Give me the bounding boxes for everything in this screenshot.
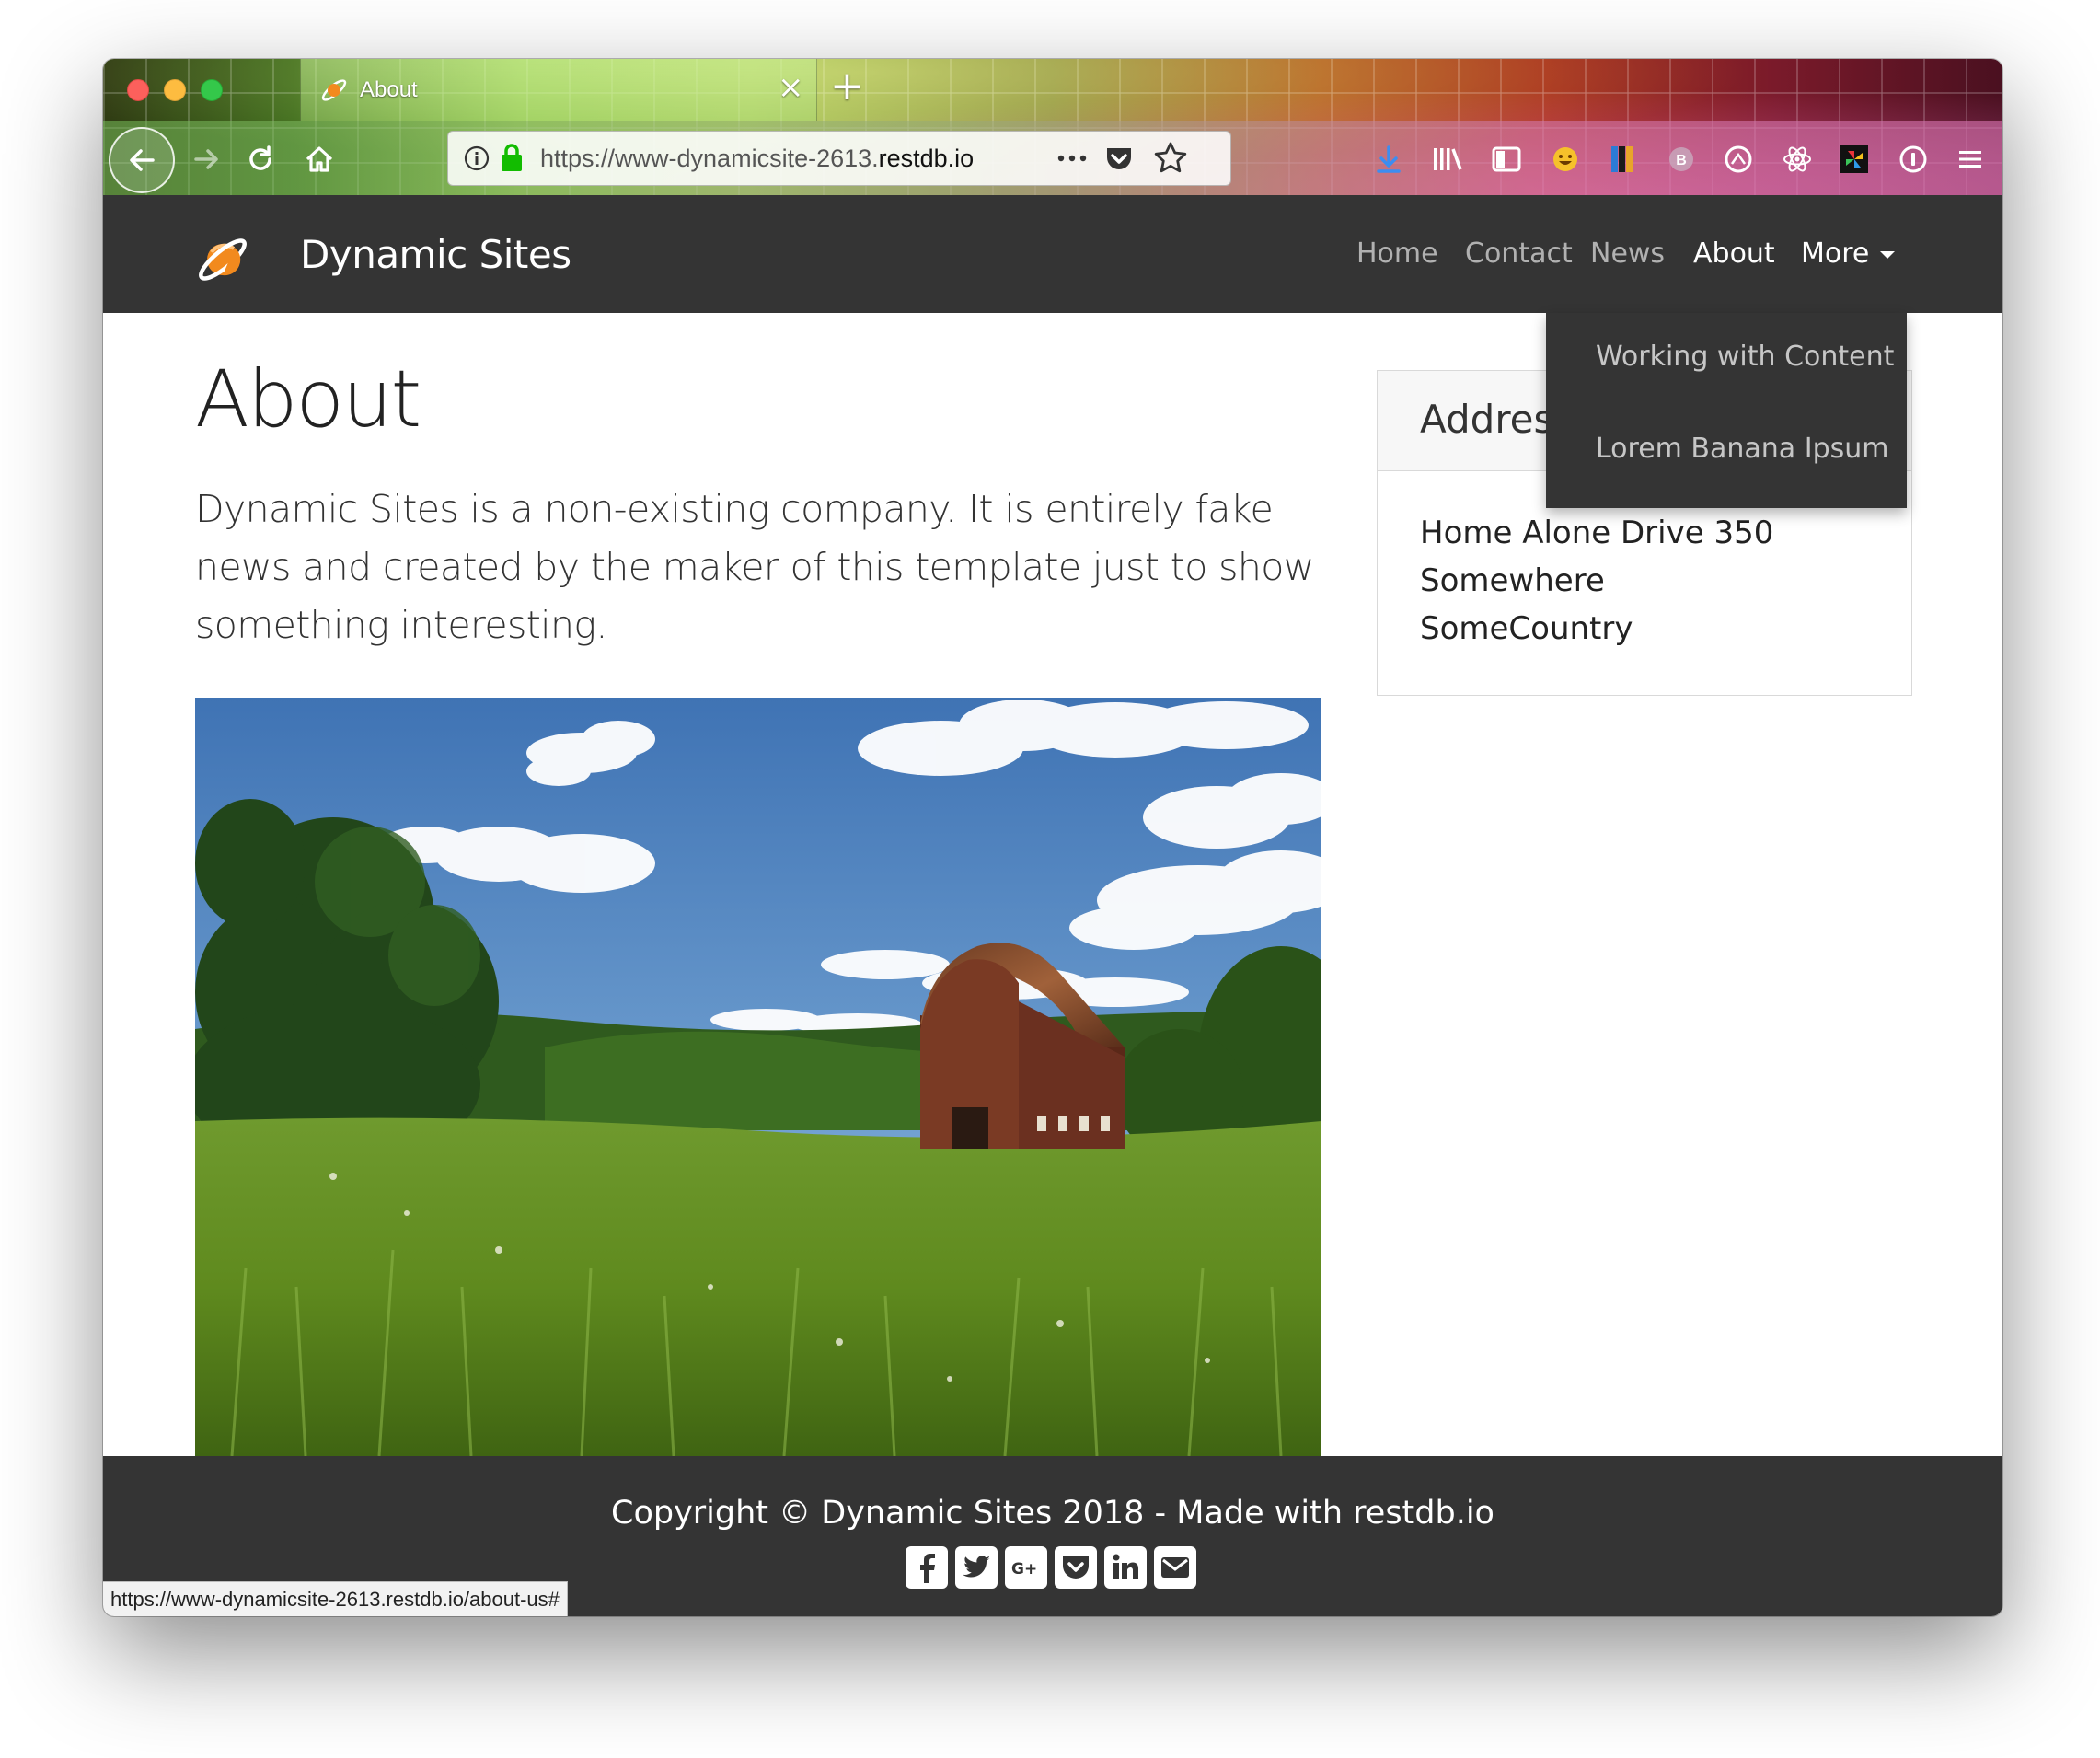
page-actions-icon[interactable] [1056, 146, 1089, 170]
email-icon[interactable] [1154, 1546, 1196, 1589]
pinwheel-extension-button[interactable] [1837, 142, 1872, 177]
site-favicon-icon [321, 79, 347, 101]
nav-more-label: More [1801, 237, 1870, 270]
nav-home[interactable]: Home [1356, 237, 1438, 270]
smiley-icon [1553, 147, 1577, 171]
onepassword-icon [1899, 145, 1927, 173]
url-text[interactable]: https://www-dynamicsite-2613.restdb.io [540, 145, 1037, 173]
globe-sync-icon [1725, 145, 1752, 173]
lock-icon[interactable] [500, 143, 524, 172]
dropdown-item-working-with-content[interactable]: Working with Content [1596, 341, 1894, 373]
nav-about[interactable]: About [1693, 237, 1775, 270]
back-arrow-icon [130, 149, 155, 171]
home-icon [306, 146, 333, 172]
social-links: G+ [906, 1546, 1196, 1592]
barn-photo [195, 698, 1321, 1456]
nav-more-dropdown[interactable]: More [1801, 237, 1896, 270]
info-icon[interactable] [463, 145, 490, 172]
hamburger-icon [1959, 151, 1981, 168]
svg-text:G+: G+ [1011, 1560, 1037, 1579]
address-line-3: SomeCountry [1420, 610, 1633, 647]
b-extension-button[interactable]: B [1664, 142, 1699, 177]
react-atom-icon [1783, 146, 1811, 172]
minimize-window-button[interactable] [164, 79, 186, 101]
url-bar[interactable]: https://www-dynamicsite-2613.restdb.io [447, 131, 1231, 186]
browser-window: About × + https://www-dynamicsite-2613.r… [103, 59, 2002, 1616]
b-badge-icon: B [1669, 147, 1693, 171]
password-manager-button[interactable] [1896, 142, 1931, 177]
nav-news[interactable]: News [1590, 237, 1665, 270]
downloads-button[interactable] [1371, 142, 1406, 177]
brand-name[interactable]: Dynamic Sites [300, 232, 571, 277]
menu-button[interactable] [1953, 142, 1988, 177]
bookmark-star-icon[interactable] [1153, 141, 1188, 176]
dropdown-item-lorem-banana-ipsum[interactable]: Lorem Banana Ipsum [1596, 433, 1889, 465]
color-bars-icon [1611, 146, 1633, 172]
close-window-button[interactable] [127, 79, 149, 101]
colorzilla-extension-button[interactable] [1605, 142, 1640, 177]
forward-arrow-icon [194, 149, 218, 169]
reload-button[interactable] [237, 136, 283, 182]
planet-logo-icon[interactable] [193, 230, 252, 289]
lead-paragraph: Dynamic Sites is a non-existing company.… [195, 487, 1314, 647]
zoom-window-button[interactable] [201, 79, 223, 101]
pocket-save-icon[interactable] [1103, 143, 1135, 174]
nav-contact[interactable]: Contact [1465, 237, 1573, 270]
url-domain: restdb.io [878, 145, 975, 172]
forward-button[interactable] [184, 136, 230, 182]
page-title: About [195, 353, 421, 445]
sidebar-button[interactable] [1489, 142, 1524, 177]
caret-down-icon [1880, 250, 1896, 259]
pinwheel-icon [1840, 145, 1868, 173]
more-dropdown-menu: Working with Content Lorem Banana Ipsum [1546, 313, 1907, 508]
download-arrow-icon [1377, 145, 1401, 173]
react-devtools-button[interactable] [1780, 142, 1815, 177]
sync-extension-button[interactable] [1721, 142, 1756, 177]
status-url-preview: https://www-dynamicsite-2613.restdb.io/a… [103, 1581, 568, 1616]
sidebar-icon [1492, 146, 1521, 172]
library-icon [1434, 148, 1462, 170]
new-tab-button[interactable]: + [830, 66, 864, 107]
emoji-extension-button[interactable] [1548, 142, 1583, 177]
site-navbar: Dynamic Sites Home Contact News About Mo… [103, 195, 2002, 313]
tab-close-icon[interactable]: × [778, 72, 804, 103]
home-button[interactable] [296, 136, 342, 182]
copyright-text: Copyright © Dynamic Sites 2018 - Made wi… [611, 1495, 1494, 1532]
facebook-icon[interactable] [906, 1546, 948, 1589]
address-line-2: Somewhere [1420, 562, 1605, 599]
url-prefix: https://www-dynamicsite-2613. [540, 145, 879, 172]
tab-title: About [360, 77, 418, 102]
pocket-icon[interactable] [1055, 1546, 1097, 1589]
reload-icon [249, 145, 271, 170]
address-line-1: Home Alone Drive 350 [1420, 515, 1774, 551]
tab-about[interactable]: About × [300, 59, 817, 121]
twitter-icon[interactable] [955, 1546, 998, 1589]
google-plus-icon[interactable]: G+ [1005, 1546, 1047, 1589]
library-button[interactable] [1430, 142, 1465, 177]
back-button[interactable] [109, 127, 175, 193]
svg-text:B: B [1676, 153, 1687, 168]
linkedin-icon[interactable] [1104, 1546, 1147, 1589]
browser-chrome: About × + https://www-dynamicsite-2613.r… [103, 59, 2002, 195]
